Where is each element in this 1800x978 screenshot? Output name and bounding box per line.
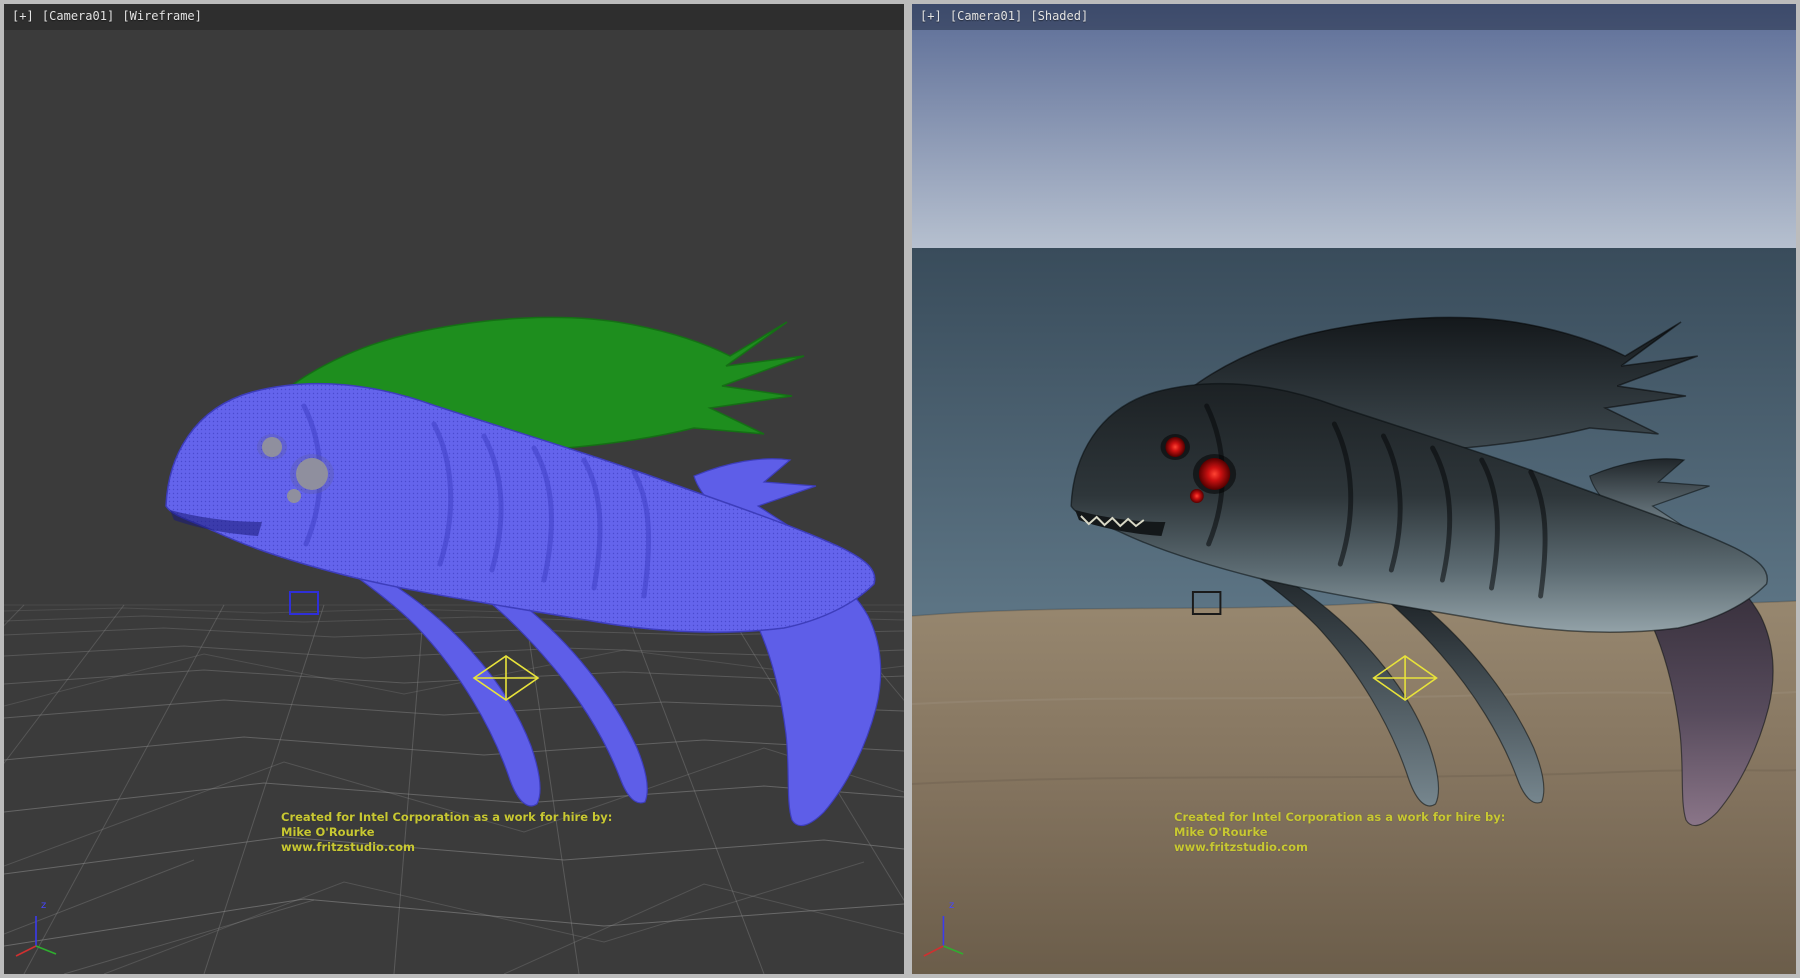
viewport-shaded[interactable]: [+] [Camera01] [Shaded] Created for Inte… bbox=[912, 4, 1796, 974]
viewport-label-bar: [+] [Camera01] [Wireframe] bbox=[4, 4, 904, 30]
viewport-menu-button[interactable]: [+] bbox=[12, 9, 34, 23]
viewport-label-bar: [+] [Camera01] [Shaded] bbox=[912, 4, 1796, 30]
credit-annotation: Created for Intel Corporation as a work … bbox=[281, 810, 612, 855]
viewport-wireframe[interactable]: [+] [Camera01] [Wireframe] Created for I… bbox=[4, 4, 904, 974]
credit-line-1: Created for Intel Corporation as a work … bbox=[1174, 810, 1505, 825]
credit-line-3: www.fritzstudio.com bbox=[281, 840, 612, 855]
credit-line-2: Mike O'Rourke bbox=[281, 825, 612, 840]
viewport-shading-label[interactable]: [Wireframe] bbox=[122, 9, 201, 23]
viewport-camera-label[interactable]: [Camera01] bbox=[950, 9, 1022, 23]
credit-line-2: Mike O'Rourke bbox=[1174, 825, 1505, 840]
viewport-shading-label[interactable]: [Shaded] bbox=[1030, 9, 1088, 23]
axis-z-label: z bbox=[949, 900, 954, 911]
viewport-camera-label[interactable]: [Camera01] bbox=[42, 9, 114, 23]
axis-z-label: z bbox=[41, 900, 46, 911]
viewport-menu-button[interactable]: [+] bbox=[920, 9, 942, 23]
credit-annotation: Created for Intel Corporation as a work … bbox=[1174, 810, 1505, 855]
credit-line-1: Created for Intel Corporation as a work … bbox=[281, 810, 612, 825]
sky bbox=[912, 4, 1796, 248]
viewport-divider[interactable] bbox=[904, 0, 912, 978]
credit-line-3: www.fritzstudio.com bbox=[1174, 840, 1505, 855]
